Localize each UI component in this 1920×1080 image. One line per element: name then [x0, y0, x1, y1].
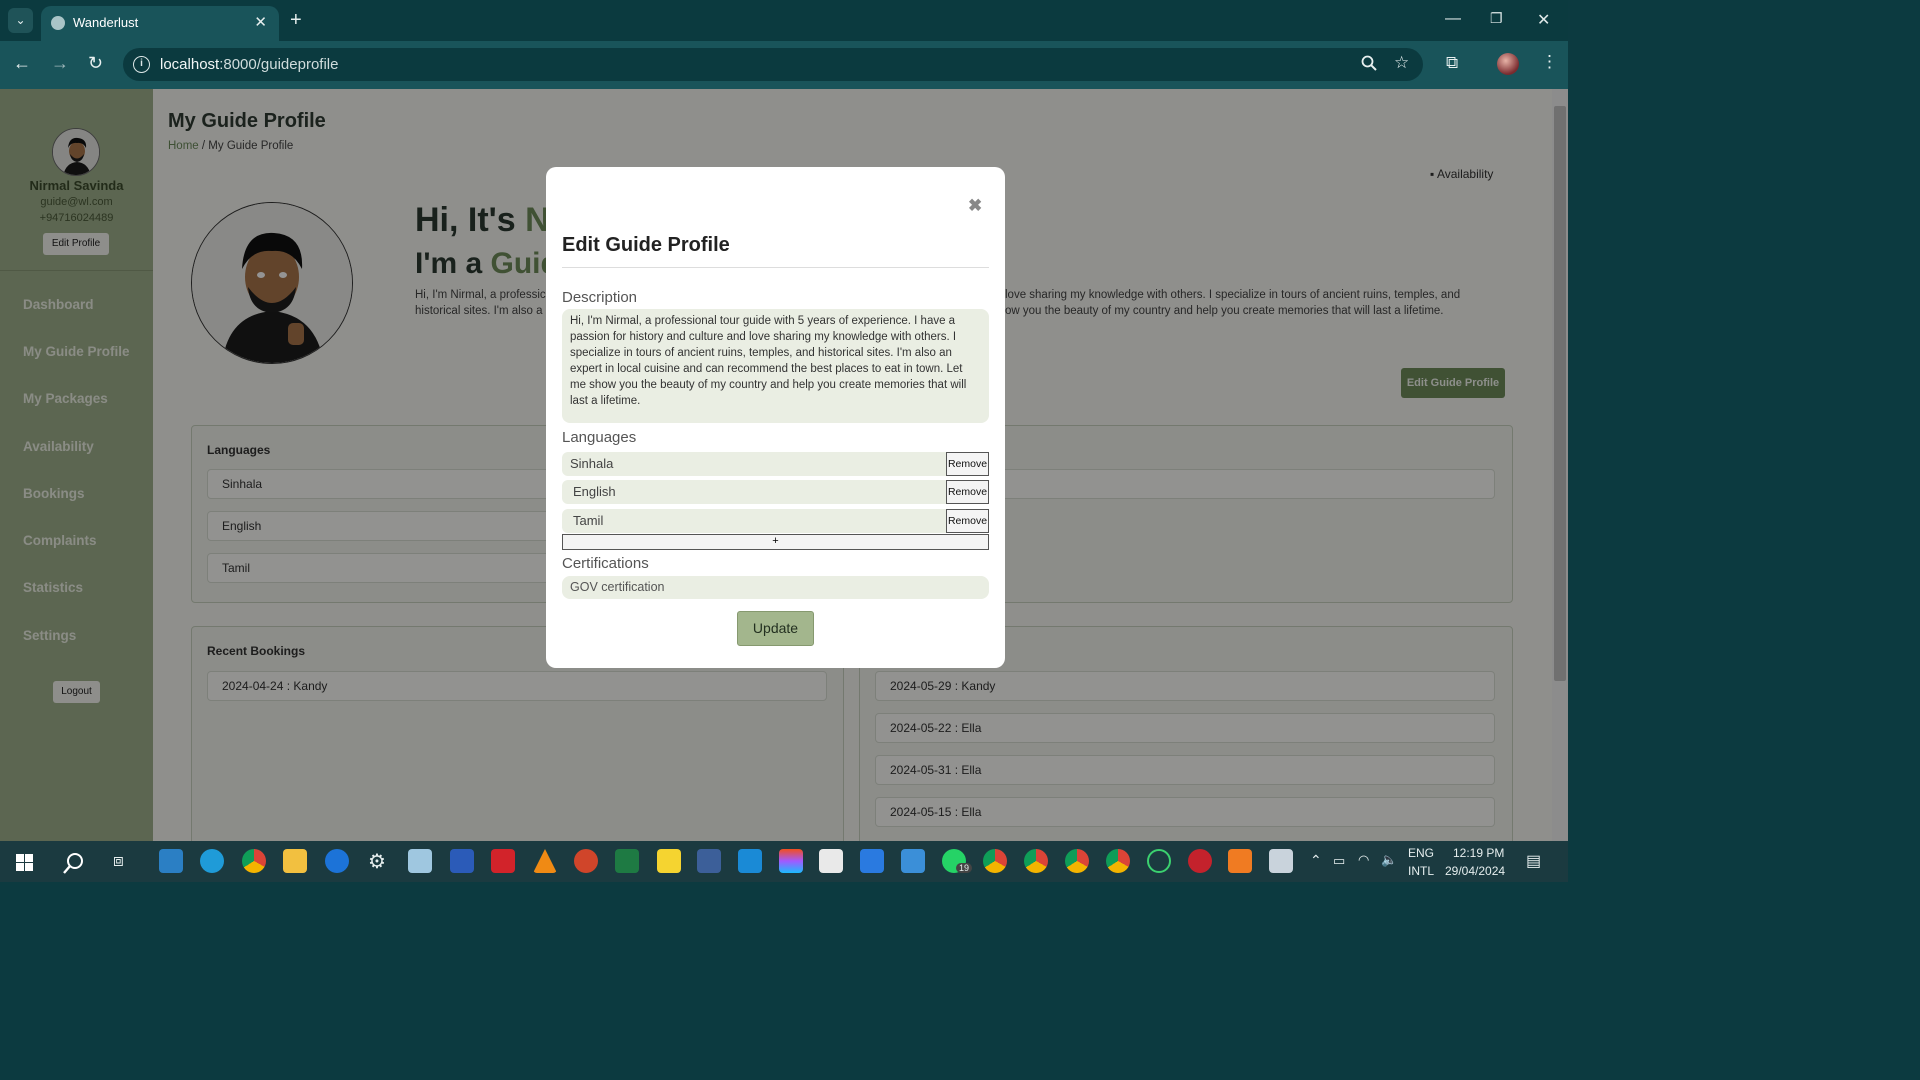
minimize-icon[interactable]: —	[1445, 10, 1461, 28]
language-indicator-bottom[interactable]: INTL	[1408, 864, 1434, 878]
language-input[interactable]: Sinhala	[562, 452, 946, 476]
profile-icon[interactable]	[1497, 53, 1519, 75]
tab-close-icon[interactable]: ✕	[254, 13, 267, 31]
modal-title: Edit Guide Profile	[562, 234, 730, 256]
language-input[interactable]: Tamil	[562, 509, 946, 533]
languages-label: Languages	[562, 429, 637, 446]
description-label: Description	[562, 289, 638, 306]
star-icon[interactable]: ☆	[1394, 53, 1409, 73]
bluetooth-icon[interactable]	[325, 849, 349, 873]
url-text: localhost:8000/guideprofile	[160, 56, 339, 73]
solitaire-icon[interactable]	[819, 849, 843, 873]
language-input[interactable]: English	[562, 480, 946, 504]
chrome-icon[interactable]	[1065, 849, 1089, 873]
address-bar[interactable]: i localhost:8000/guideprofile	[123, 48, 1423, 81]
add-language-button[interactable]: +	[562, 534, 989, 550]
tab-menu-icon[interactable]: ⌄	[8, 8, 33, 33]
docker-icon[interactable]	[159, 849, 183, 873]
edge-icon[interactable]	[200, 849, 224, 873]
file-explorer-icon[interactable]	[283, 849, 307, 873]
back-icon[interactable]: ←	[13, 53, 31, 74]
browser-tab[interactable]: Wanderlust ✕	[41, 6, 279, 41]
description-textarea[interactable]: Hi, I'm Nirmal, a professional tour guid…	[562, 309, 989, 423]
chrome-icon[interactable]	[1106, 849, 1130, 873]
browser-tab-bar: ⌄ Wanderlust ✕ + — ❐ ✕	[0, 0, 1568, 41]
windows-start-icon[interactable]	[16, 854, 33, 871]
acrobat-icon[interactable]	[491, 849, 515, 873]
vlc-icon[interactable]	[533, 849, 557, 873]
notification-icon[interactable]: ▤	[1526, 851, 1541, 871]
info-icon[interactable]: i	[133, 56, 150, 73]
figma-icon[interactable]	[779, 849, 803, 873]
more-icon[interactable]: ⋮	[1541, 52, 1558, 72]
volume-icon[interactable]: 🔈	[1381, 852, 1397, 868]
chrome-icon[interactable]	[1024, 849, 1048, 873]
upwork-icon[interactable]	[1147, 849, 1171, 873]
task-view-icon[interactable]: ⧈	[113, 851, 124, 871]
extensions-icon[interactable]: ⧉	[1446, 53, 1458, 73]
taskbar: ⧈ ⚙ 19 ⌃ ▭ ◠ 🔈 ENG INTL 12:19 PM 29/04/2…	[0, 841, 1568, 882]
battery-icon[interactable]: ▭	[1333, 853, 1345, 869]
globe-icon	[51, 16, 65, 30]
remove-language-button[interactable]: Remove	[946, 509, 989, 533]
sticky-notes-icon[interactable]	[657, 849, 681, 873]
remote-desktop-icon[interactable]	[1269, 849, 1293, 873]
wifi-icon[interactable]: ◠	[1358, 852, 1369, 868]
reload-icon[interactable]: ↻	[88, 53, 103, 74]
clock-time[interactable]: 12:19 PM	[1453, 846, 1504, 860]
calendar-app-icon[interactable]	[860, 849, 884, 873]
notes-app-icon[interactable]	[408, 849, 432, 873]
whatsapp-badge: 19	[956, 863, 973, 873]
photos-icon[interactable]	[901, 849, 925, 873]
vscode-icon[interactable]	[738, 849, 762, 873]
certifications-label: Certifications	[562, 555, 649, 572]
settings-icon[interactable]: ⚙	[368, 849, 386, 874]
tab-title: Wanderlust	[73, 15, 139, 30]
chrome-icon[interactable]	[242, 849, 266, 873]
word-icon[interactable]	[450, 849, 474, 873]
update-button[interactable]: Update	[737, 611, 814, 646]
powerpoint-icon[interactable]	[574, 849, 598, 873]
certification-input[interactable]: GOV certification	[562, 576, 989, 599]
clock-date[interactable]: 29/04/2024	[1445, 864, 1505, 878]
excel-icon[interactable]	[615, 849, 639, 873]
remove-language-button[interactable]: Remove	[946, 480, 989, 504]
search-icon[interactable]	[63, 852, 85, 874]
tray-chevron-icon[interactable]: ⌃	[1310, 852, 1322, 869]
forward-icon[interactable]: →	[51, 53, 69, 74]
security-app-icon[interactable]	[1188, 849, 1212, 873]
chrome-icon[interactable]	[983, 849, 1007, 873]
language-indicator-top[interactable]: ENG	[1408, 846, 1434, 860]
restore-icon[interactable]: ❐	[1490, 10, 1503, 27]
edit-guide-profile-modal: ✖ Edit Guide Profile Description Hi, I'm…	[546, 167, 1005, 668]
devcpp-icon[interactable]	[697, 849, 721, 873]
remove-language-button[interactable]: Remove	[946, 452, 989, 476]
modal-divider	[562, 267, 989, 268]
zoom-icon[interactable]	[1361, 55, 1377, 76]
window-close-icon[interactable]: ✕	[1537, 10, 1550, 30]
close-icon[interactable]: ✖	[968, 196, 982, 216]
new-tab-button[interactable]: +	[290, 9, 302, 32]
xampp-icon[interactable]	[1228, 849, 1252, 873]
